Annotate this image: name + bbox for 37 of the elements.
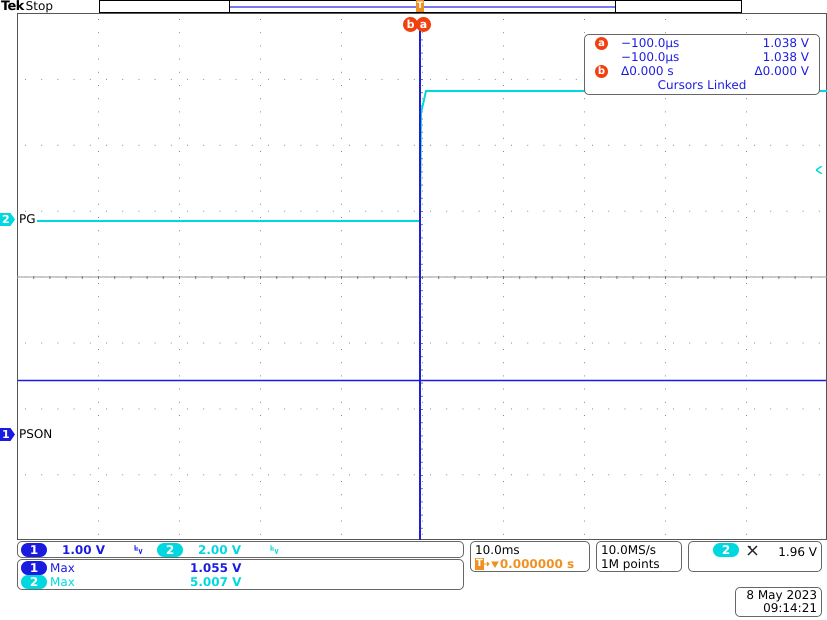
cursors-linked-label: Cursors Linked [658, 78, 746, 92]
date: 8 May 2023 [746, 589, 817, 602]
trigger-position: 0.000000 s [500, 556, 574, 570]
volts-per-div: 1.00 V [62, 542, 106, 558]
cursor-marker[interactable]: b [403, 17, 418, 32]
channel-badge: 2 [713, 543, 739, 557]
measurement-name: Max [50, 560, 76, 576]
measurement-name: Max [50, 574, 76, 590]
channel-label: PSON [19, 428, 52, 441]
volts-per-div: 2.00 V [198, 542, 242, 558]
channel-marker[interactable]: 1 [0, 428, 15, 441]
sample-rate: 10.0MS/s [601, 542, 657, 556]
cursor-marker[interactable]: a [416, 17, 431, 32]
cursor-time: −100.0µs [621, 50, 680, 64]
cursor-marker-badge: b [595, 64, 608, 78]
channel-label: PG [19, 213, 36, 226]
trigger-position-marker: T [416, 0, 424, 12]
measurement-value: 1.055 V [190, 560, 242, 576]
time: 09:14:21 [763, 602, 817, 615]
measurement-value: 5.007 V [190, 574, 242, 590]
cursor-time: Δ0.000 s [621, 64, 675, 78]
channel-badge: 1 [21, 542, 47, 556]
cursor-value: 1.038 V [762, 36, 809, 50]
cursor-marker-badge: a [595, 36, 608, 50]
cursor-time: −100.0µs [621, 36, 680, 50]
channel-badge: 1 [21, 560, 47, 574]
cursor-value: Δ0.000 V [754, 64, 809, 78]
trigger-level: 1.96 V [778, 544, 817, 561]
horizontal-scale: 10.0ms [475, 542, 521, 556]
channel-badge: 2 [21, 574, 47, 588]
acquisition-status: Stop [26, 0, 53, 13]
channel-badge: 2 [157, 542, 183, 556]
trigger-badge: T [475, 558, 484, 570]
record-length: 1M points [601, 556, 661, 570]
brand-label: Tek [1, 0, 24, 13]
trigger-delay-arrow-icon [484, 560, 500, 568]
cursor-value: 1.038 V [762, 50, 809, 64]
